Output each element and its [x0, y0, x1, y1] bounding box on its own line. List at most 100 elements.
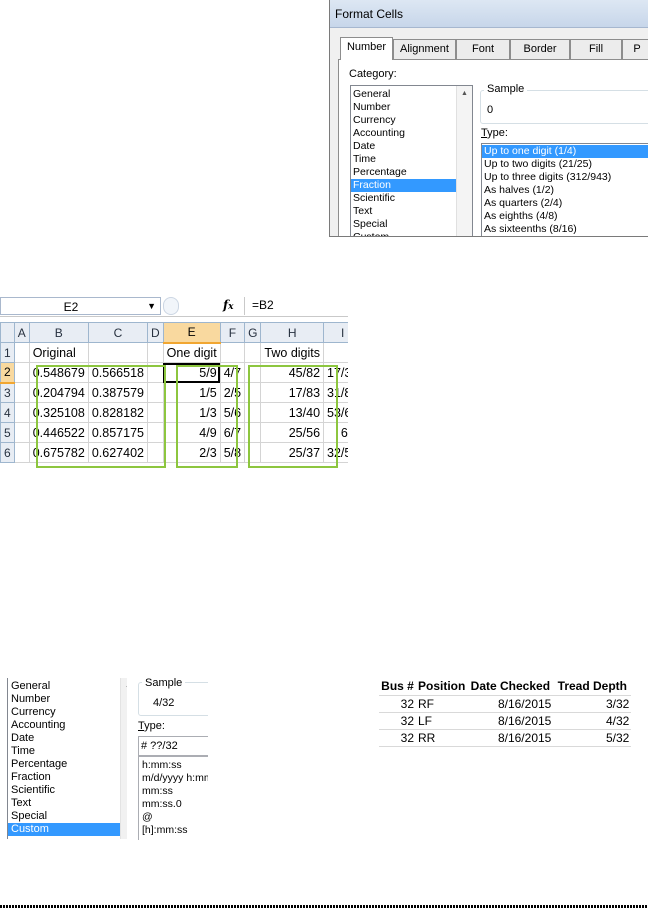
row-header[interactable]: 1 — [0, 342, 15, 363]
type-item[interactable]: As quarters (2/4) — [482, 197, 648, 210]
cell-d4[interactable] — [146, 402, 164, 423]
cell-grid[interactable]: A B C D E F G H I 1 Original One digit Two digits 2 0.… — [0, 322, 348, 463]
cell-i4[interactable]: 53/64 — [323, 402, 348, 423]
type-item[interactable]: Up to one digit (1/4) — [482, 145, 648, 158]
tab-number[interactable]: Number — [340, 37, 393, 60]
cell-b2[interactable]: 0.548679 — [28, 362, 89, 383]
format-code-item[interactable]: [h]:mm:ss — [142, 824, 208, 837]
column-header-i[interactable]: I — [323, 322, 348, 343]
category-list[interactable]: General Number Currency Accounting Date Time P… — [350, 85, 473, 236]
cell-c1[interactable] — [87, 342, 148, 363]
cell-a6[interactable] — [13, 442, 30, 463]
cell-d2[interactable] — [146, 362, 164, 383]
row-header[interactable]: 4 — [0, 402, 15, 423]
cell-i2[interactable]: 17/30 — [323, 362, 348, 383]
category-item[interactable]: Number — [351, 101, 472, 114]
category-item[interactable]: Percentage — [351, 166, 472, 179]
cell-a1[interactable] — [13, 342, 30, 363]
column-header-b[interactable]: B — [28, 322, 89, 343]
cell-b6[interactable]: 0.675782 — [28, 442, 89, 463]
cell-f5[interactable]: 6/7 — [219, 422, 246, 443]
column-header-g[interactable]: G — [244, 322, 262, 343]
type-item[interactable]: As eighths (4/8) — [482, 210, 648, 223]
type-item[interactable]: As sixteenths (8/16) — [482, 223, 648, 236]
tab-font[interactable]: Font — [456, 39, 510, 59]
cell-a2[interactable] — [13, 362, 30, 383]
cell-e6[interactable]: 2/3 — [162, 442, 221, 463]
custom-category-list[interactable]: General Number Currency Accounting Date Time P… — [7, 678, 127, 839]
scroll-up-icon[interactable]: ▲ — [121, 678, 127, 693]
cell-b3[interactable]: 0.204794 — [28, 382, 89, 403]
cell-e2[interactable]: 5/9 — [162, 362, 221, 383]
cell-a5[interactable] — [13, 422, 30, 443]
cell-h4[interactable]: 13/40 — [260, 402, 325, 423]
cell-f6[interactable]: 5/8 — [219, 442, 246, 463]
category-item[interactable]: Time — [351, 153, 472, 166]
tab-border[interactable]: Border — [510, 39, 570, 59]
row-header[interactable]: 5 — [0, 422, 15, 443]
cell-i5[interactable]: 6/7 — [323, 422, 348, 443]
category-item[interactable]: Currency — [8, 706, 127, 719]
category-item[interactable]: Scientific — [8, 784, 127, 797]
format-code-item[interactable]: mm:ss.0 — [142, 798, 208, 811]
formula-input[interactable]: =B2 — [252, 298, 274, 312]
cell-g2[interactable] — [244, 362, 262, 383]
format-code-item[interactable]: mm:ss — [142, 785, 208, 798]
column-header-h[interactable]: H — [260, 322, 325, 343]
tab-alignment[interactable]: Alignment — [393, 39, 456, 59]
cell-i1[interactable] — [323, 342, 348, 363]
category-item[interactable]: General — [351, 88, 472, 101]
category-item[interactable]: Scientific — [351, 192, 472, 205]
format-code-item[interactable]: m/d/yyyy h:mm — [142, 772, 208, 785]
cell-e3[interactable]: 1/5 — [162, 382, 221, 403]
type-item[interactable]: As halves (1/2) — [482, 184, 648, 197]
category-item[interactable]: Percentage — [8, 758, 127, 771]
type-list[interactable]: Up to one digit (1/4) Up to two digits (2… — [481, 143, 648, 236]
scroll-up-icon[interactable]: ▲ — [457, 86, 472, 101]
cell-f2[interactable]: 4/7 — [219, 362, 246, 383]
tab-fill[interactable]: Fill — [570, 39, 622, 59]
cell-c4[interactable]: 0.828182 — [87, 402, 148, 423]
cell-g3[interactable] — [244, 382, 262, 403]
cell-f1[interactable] — [219, 342, 246, 363]
category-item[interactable]: Text — [351, 205, 472, 218]
row-header[interactable]: 2 — [0, 362, 15, 384]
select-all-corner[interactable] — [0, 322, 15, 343]
cell-g1[interactable] — [244, 342, 262, 363]
category-item[interactable]: Number — [8, 693, 127, 706]
category-item[interactable]: Special — [351, 218, 472, 231]
cell-f3[interactable]: 2/5 — [219, 382, 246, 403]
cell-d6[interactable] — [146, 442, 164, 463]
cell-h1[interactable]: Two digits — [260, 342, 325, 363]
category-scrollbar[interactable]: ▲ — [456, 86, 472, 236]
category-item[interactable]: Accounting — [8, 719, 127, 732]
cell-e4[interactable]: 1/3 — [162, 402, 221, 423]
cell-h6[interactable]: 25/37 — [260, 442, 325, 463]
category-item[interactable]: Accounting — [351, 127, 472, 140]
cell-c6[interactable]: 0.627402 — [87, 442, 148, 463]
cell-d1[interactable] — [146, 342, 164, 363]
category-item[interactable]: Custom — [351, 231, 472, 236]
cell-g6[interactable] — [244, 442, 262, 463]
category-item[interactable]: Fraction — [351, 179, 472, 192]
type-input[interactable]: # ??/32 — [138, 736, 208, 756]
row-header[interactable]: 6 — [0, 442, 15, 463]
cell-i6[interactable]: 32/51 — [323, 442, 348, 463]
cell-c2[interactable]: 0.566518 — [87, 362, 148, 383]
category-item[interactable]: Custom — [8, 823, 127, 836]
cell-d5[interactable] — [146, 422, 164, 443]
cell-b5[interactable]: 0.446522 — [28, 422, 89, 443]
category-item[interactable]: Currency — [351, 114, 472, 127]
cell-g5[interactable] — [244, 422, 262, 443]
cell-e5[interactable]: 4/9 — [162, 422, 221, 443]
column-header-e[interactable]: E — [162, 322, 221, 344]
cell-a4[interactable] — [13, 402, 30, 423]
cell-d3[interactable] — [146, 382, 164, 403]
category-scrollbar[interactable]: ▲ — [120, 678, 127, 839]
format-code-item[interactable]: h:mm:ss — [142, 759, 208, 772]
column-header-c[interactable]: C — [87, 322, 148, 343]
format-code-list[interactable]: h:mm:ss m/d/yyyy h:mm mm:ss mm:ss.0 @ [h]:mm:… — [138, 756, 208, 840]
category-item[interactable]: Special — [8, 810, 127, 823]
insert-function-icon[interactable]: fx — [223, 298, 234, 312]
row-header[interactable]: 3 — [0, 382, 15, 403]
